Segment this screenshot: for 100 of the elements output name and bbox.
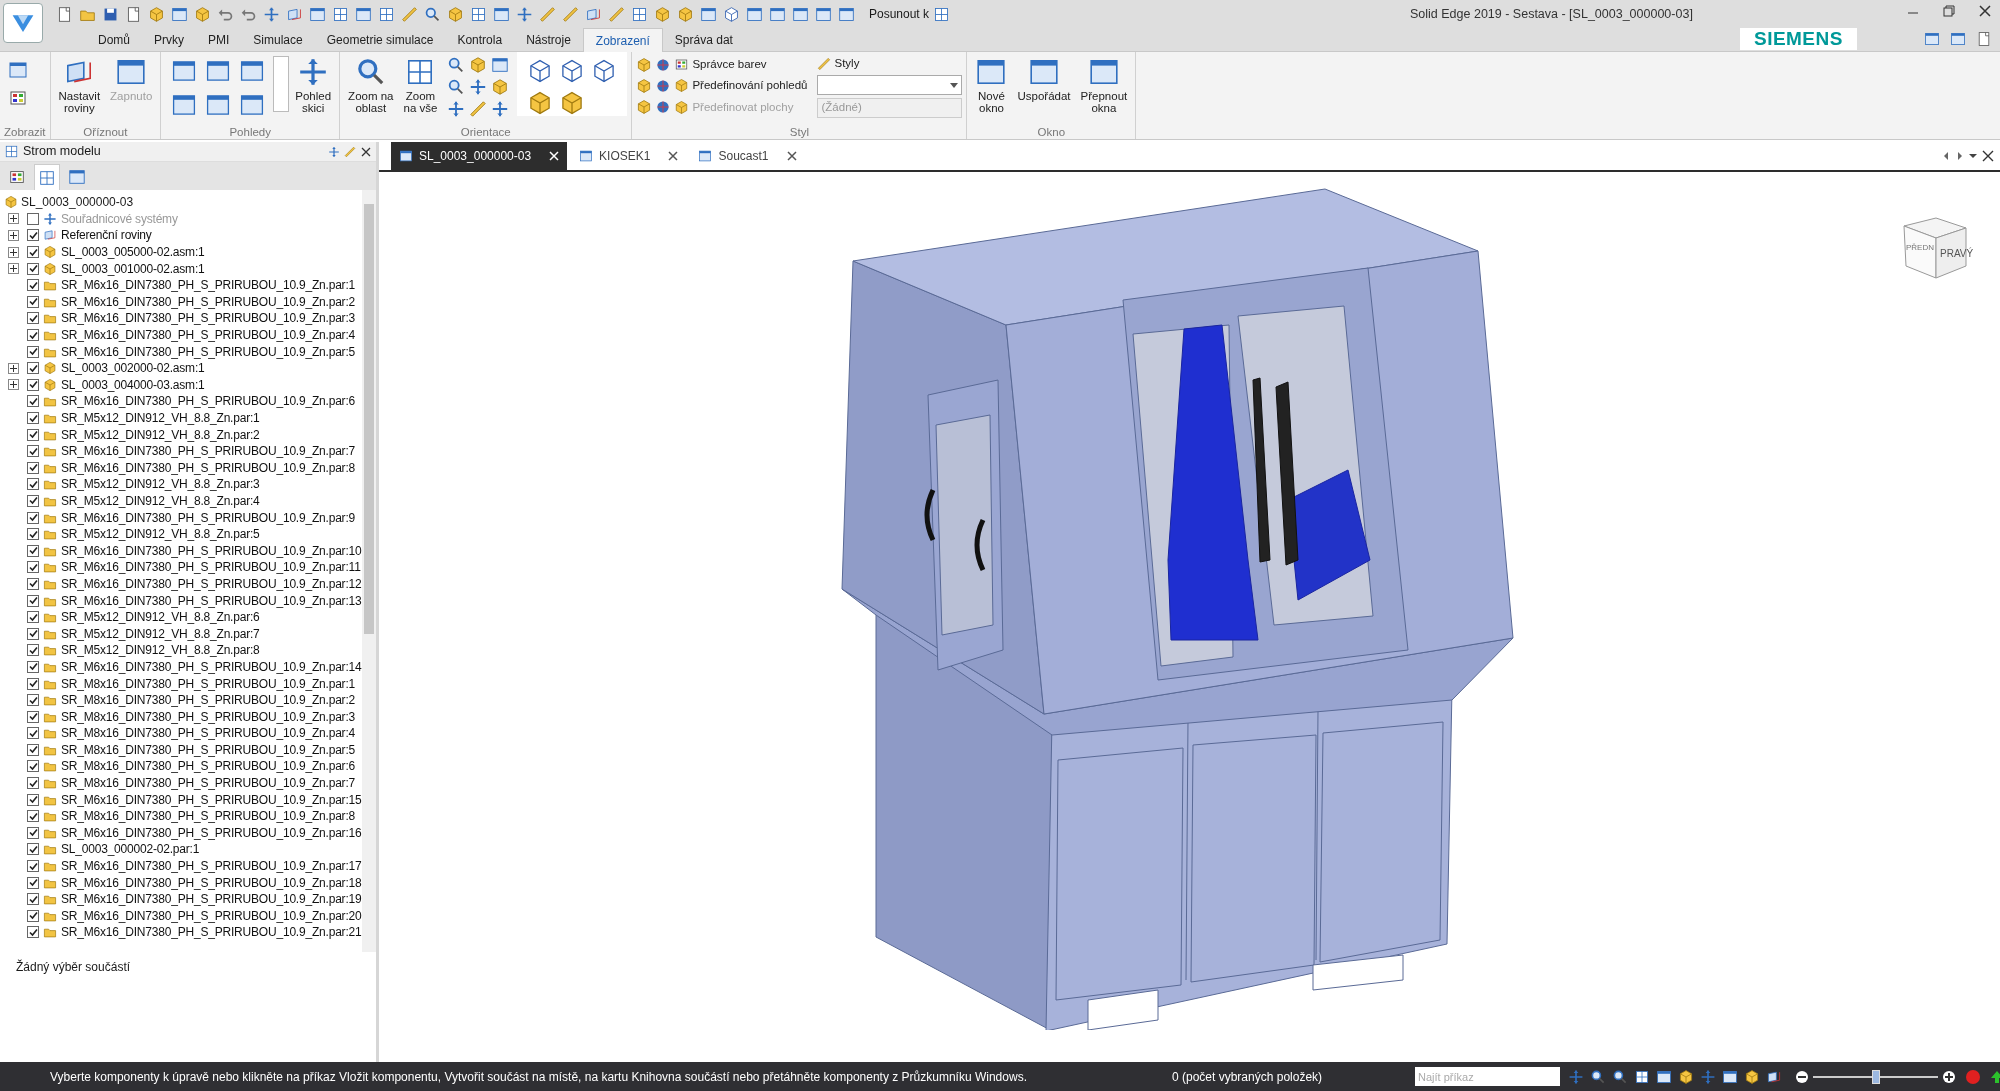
up-arrow-icon[interactable] — [1990, 1069, 2000, 1084]
globe-icon[interactable] — [655, 56, 672, 73]
ribbon-button[interactable]: Přepnout okna — [1076, 52, 1132, 114]
tree-item[interactable]: SR_M6x16_DIN7380_PH_S_PRIRUBOU_10.9_Zn.par:21 — [61, 923, 362, 942]
close-icon[interactable] — [360, 145, 372, 158]
checkbox[interactable] — [27, 710, 39, 723]
checkbox[interactable] — [27, 329, 39, 342]
tree-item[interactable]: SR_M5x12_DIN912_VH_8.8_Zn.par:6 — [61, 608, 260, 627]
tree-item[interactable]: SR_M6x16_DIN7380_PH_S_PRIRUBOU_10.9_Zn.par:12 — [61, 574, 362, 593]
tree-item[interactable]: SR_M6x16_DIN7380_PH_S_PRIRUBOU_10.9_Zn.par:1 — [61, 276, 356, 295]
checkbox[interactable] — [27, 295, 39, 308]
ribbon-tab[interactable]: Zobrazení — [582, 28, 663, 52]
checkbox[interactable] — [27, 893, 39, 906]
tree-item[interactable]: SR_M5x12_DIN912_VH_8.8_Zn.par:1 — [61, 409, 260, 427]
document-icon[interactable] — [56, 5, 73, 23]
checkbox[interactable] — [27, 909, 39, 922]
caret-icon[interactable] — [950, 82, 959, 88]
tree-item[interactable]: SR_M6x16_DIN7380_PH_S_PRIRUBOU_10.9_Zn.par:5 — [61, 342, 356, 361]
tab-navigation-icon[interactable] — [1942, 150, 1994, 162]
checkbox[interactable] — [27, 826, 39, 839]
tree-item[interactable]: Referenční roviny — [61, 226, 152, 245]
ribbon-tab[interactable]: Správa dat — [662, 29, 745, 51]
tree-item[interactable]: SR_M6x16_DIN7380_PH_S_PRIRUBOU_10.9_Zn.par:8 — [61, 458, 356, 477]
scrollbar-thumb[interactable] — [364, 204, 374, 634]
checkbox[interactable] — [27, 544, 39, 557]
checkbox[interactable] — [27, 395, 39, 408]
ribbon-tab[interactable]: PMI — [196, 29, 242, 51]
tree-item[interactable]: SR_M8x16_DIN7380_PH_S_PRIRUBOU_10.9_Zn.par:3 — [61, 707, 356, 726]
ribbon-tab[interactable]: Kontrola — [445, 29, 515, 51]
arrows-icon[interactable] — [1700, 1068, 1716, 1085]
tree-item[interactable]: SR_M8x16_DIN7380_PH_S_PRIRUBOU_10.9_Zn.par:4 — [61, 724, 356, 743]
tree-item[interactable]: SR_M8x16_DIN7380_PH_S_PRIRUBOU_10.9_Zn.par:2 — [61, 691, 356, 710]
panel-tab[interactable] — [34, 164, 60, 190]
zoom-slider[interactable] — [1813, 1069, 1938, 1084]
checkbox[interactable] — [27, 279, 39, 292]
tree-item[interactable]: SR_M5x12_DIN912_VH_8.8_Zn.par:3 — [61, 475, 260, 494]
tree-item[interactable]: SR_M6x16_DIN7380_PH_S_PRIRUBOU_10.9_Zn.par:6 — [61, 392, 356, 411]
tree-item[interactable]: SR_M6x16_DIN7380_PH_S_PRIRUBOU_10.9_Zn.par:10 — [61, 541, 362, 560]
tree-item[interactable]: SR_M6x16_DIN7380_PH_S_PRIRUBOU_10.9_Zn.par:3 — [61, 309, 356, 328]
checkbox[interactable] — [27, 627, 39, 640]
tree-item[interactable]: SR_M6x16_DIN7380_PH_S_PRIRUBOU_10.9_Zn.par:20 — [61, 906, 362, 925]
tree-item[interactable]: SL_0003_002000-02.asm:1 — [61, 359, 205, 378]
checkbox[interactable] — [27, 461, 39, 474]
tree-item[interactable]: SR_M6x16_DIN7380_PH_S_PRIRUBOU_10.9_Zn.par:14 — [61, 657, 362, 676]
arrows-icon[interactable] — [491, 100, 510, 118]
tree-item[interactable]: SR_M6x16_DIN7380_PH_S_PRIRUBOU_10.9_Zn.par:18 — [61, 873, 362, 892]
magnifier-icon[interactable] — [1590, 1068, 1606, 1085]
checkbox[interactable] — [27, 246, 39, 259]
tree-item[interactable]: SR_M8x16_DIN7380_PH_S_PRIRUBOU_10.9_Zn.par:7 — [61, 774, 356, 793]
checkbox[interactable] — [27, 860, 39, 873]
checkbox[interactable] — [27, 511, 39, 524]
close-icon[interactable] — [1979, 5, 1991, 17]
checkbox[interactable] — [27, 577, 39, 590]
tree-item[interactable]: SL_0003_000002-02.par:1 — [61, 840, 200, 859]
arrows-icon[interactable] — [328, 145, 340, 158]
tree-item[interactable]: SR_M6x16_DIN7380_PH_S_PRIRUBOU_10.9_Zn.par:9 — [61, 508, 356, 527]
checkbox[interactable] — [27, 428, 39, 441]
close-icon[interactable] — [668, 151, 679, 161]
window-icon[interactable] — [1722, 1068, 1738, 1085]
cube-icon[interactable] — [1678, 1068, 1694, 1085]
tree-item[interactable]: SR_M5x12_DIN912_VH_8.8_Zn.par:7 — [61, 624, 260, 643]
view-cube[interactable]: PŘEDN PRAVÝ — [1894, 208, 1974, 288]
checkbox[interactable] — [27, 378, 39, 391]
checkbox[interactable] — [27, 926, 39, 939]
tree-item[interactable]: SR_M6x16_DIN7380_PH_S_PRIRUBOU_10.9_Zn.par:11 — [61, 558, 361, 577]
tree-item[interactable]: SR_M8x16_DIN7380_PH_S_PRIRUBOU_10.9_Zn.par:5 — [61, 740, 356, 759]
checkbox[interactable] — [27, 478, 39, 491]
checkbox[interactable] — [27, 660, 39, 673]
magnifier-icon[interactable] — [1612, 1068, 1628, 1085]
tree-item[interactable]: SR_M6x16_DIN7380_PH_S_PRIRUBOU_10.9_Zn.par:4 — [61, 326, 356, 345]
checkbox[interactable] — [27, 843, 39, 856]
stop-icon[interactable] — [1966, 1069, 1980, 1084]
document-tab[interactable]: SL_0003_000000-03 — [391, 142, 568, 170]
checkbox[interactable] — [27, 312, 39, 325]
tree-item[interactable]: SR_M6x16_DIN7380_PH_S_PRIRUBOU_10.9_Zn.par:17 — [61, 857, 362, 876]
cube-icon[interactable] — [1744, 1068, 1760, 1085]
expand-toggle[interactable] — [8, 230, 19, 241]
checkbox[interactable] — [27, 594, 39, 607]
expand-toggle[interactable] — [8, 246, 19, 258]
application-menu-button[interactable] — [3, 3, 43, 43]
command-search-field[interactable]: Najít příkaz — [1415, 1067, 1560, 1086]
checkbox[interactable] — [27, 793, 39, 806]
checkbox[interactable] — [27, 694, 39, 707]
window-icon[interactable] — [1656, 1068, 1672, 1085]
arrows-icon[interactable] — [1568, 1068, 1584, 1085]
tree-item[interactable]: SL_0003_000000-03 — [21, 193, 134, 212]
checkbox[interactable] — [27, 495, 39, 507]
ribbon-button[interactable]: Uspořádat — [1013, 52, 1075, 102]
tree-item[interactable]: SR_M5x12_DIN912_VH_8.8_Zn.par:5 — [61, 525, 260, 544]
arrows-icon[interactable] — [263, 5, 280, 23]
tree-item[interactable]: SR_M6x16_DIN7380_PH_S_PRIRUBOU_10.9_Zn.par:16 — [61, 823, 362, 842]
checkbox[interactable] — [27, 810, 39, 823]
ribbon-button[interactable]: Nastavit roviny — [54, 52, 105, 114]
checkbox[interactable] — [27, 229, 39, 242]
document-icon[interactable] — [1976, 31, 1992, 47]
ribbon-button[interactable]: Předefinování pohledů — [674, 77, 808, 95]
checkbox[interactable] — [27, 677, 39, 690]
tree-item[interactable]: SR_M5x12_DIN912_VH_8.8_Zn.par:4 — [61, 492, 260, 510]
checkbox[interactable] — [27, 743, 39, 756]
ribbon-tab[interactable]: Geometrie simulace — [314, 29, 446, 51]
